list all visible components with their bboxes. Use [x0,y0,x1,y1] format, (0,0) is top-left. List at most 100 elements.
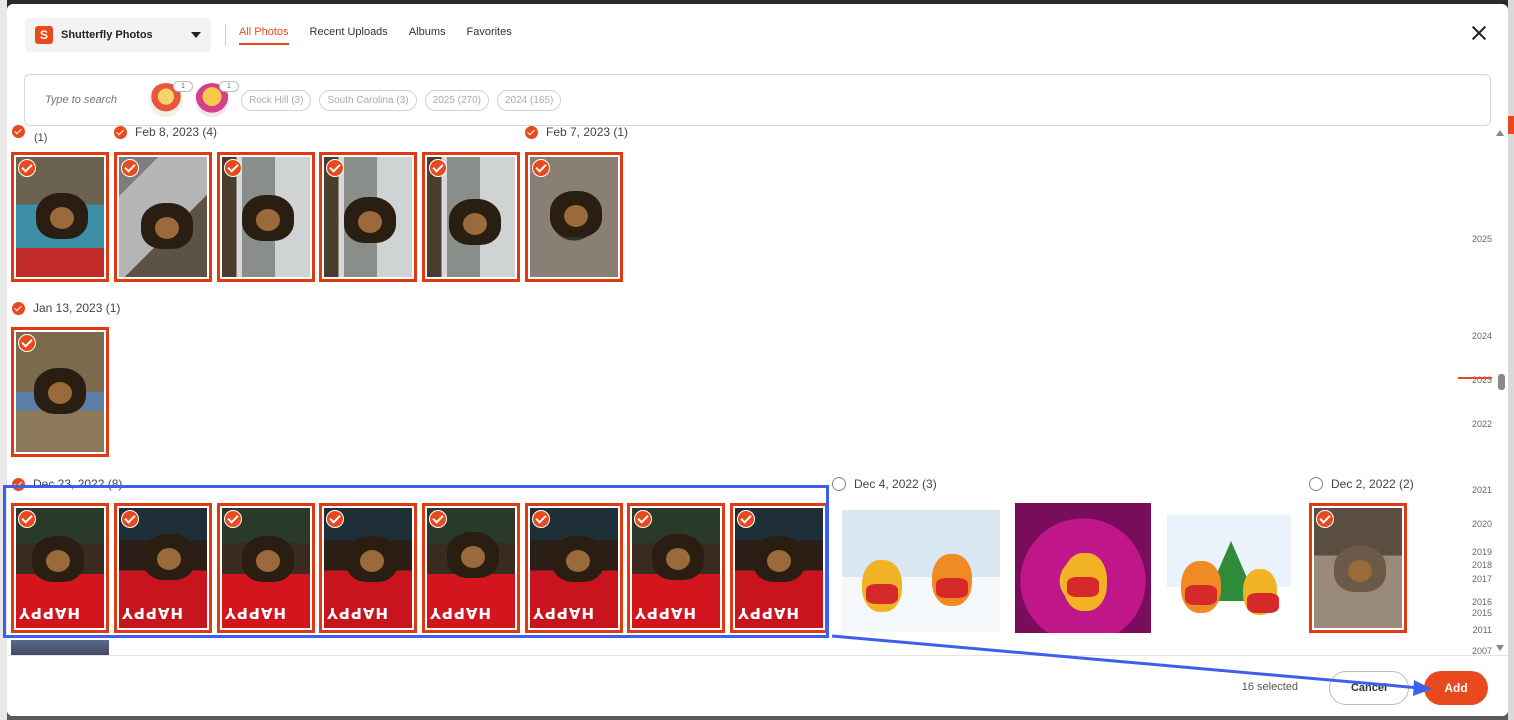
photo-thumbnail[interactable] [422,152,520,282]
face-count-badge: 1 [173,81,193,92]
backdrop-left-edge [0,0,7,720]
date-group-dec2[interactable]: Dec 2, 2022 (2) [1309,477,1414,491]
chip-rock-hill[interactable]: Rock Hill (3) [241,89,312,111]
face-filter-1[interactable]: 1 [149,81,193,117]
group-unchecked-icon[interactable] [1309,477,1323,491]
group-date-label: Dec 4, 2022 (3) [854,477,937,491]
source-label: Shutterfly Photos [61,29,153,41]
photo-thumbnail[interactable]: HAPPY [627,503,725,633]
year-timeline[interactable]: 2025 2024 2023 2022 2021 2020 2019 2018 … [1448,120,1508,656]
timeline-year[interactable]: 2024 [1472,331,1492,341]
scroll-down-icon[interactable] [1496,645,1504,651]
photo-thumbnail[interactable] [11,640,109,655]
timeline-year[interactable]: 2019 [1472,547,1492,557]
group-check-icon[interactable] [12,477,25,491]
group-check-icon[interactable] [114,125,127,139]
selected-check-icon[interactable] [18,334,36,352]
search-bar: 1 1 Rock Hill (3) South Carolina (3) 202… [24,74,1491,126]
shutterfly-logo-icon: S [35,26,53,44]
selected-check-icon[interactable] [18,159,36,177]
selected-check-icon[interactable] [224,159,242,177]
source-dropdown[interactable]: S Shutterfly Photos [25,18,211,52]
group-unchecked-icon[interactable] [832,477,846,491]
timeline-year[interactable]: 2020 [1472,519,1492,529]
caret-down-icon [191,32,201,38]
selected-check-icon[interactable] [326,510,344,528]
chip-2024[interactable]: 2024 (165) [496,89,562,111]
timeline-year[interactable]: 2025 [1472,234,1492,244]
cancel-button[interactable]: Cancel [1329,671,1409,705]
photo-grid: (1) Feb 8, 2023 (4) Feb 7, 2023 (1) Jan … [7,120,1508,655]
photo-thumbnail[interactable] [114,152,212,282]
scrollbar-thumb[interactable] [1498,374,1505,390]
add-button[interactable]: Add [1424,671,1488,705]
photo-thumbnail[interactable] [1015,503,1151,633]
selected-check-icon[interactable] [429,510,447,528]
modal-footer: 16 selected Cancel Add [7,655,1508,716]
photo-thumbnail[interactable]: HAPPY [730,503,828,633]
photo-thumbnail[interactable] [11,327,109,457]
modal-header: S Shutterfly Photos All Photos Recent Up… [7,4,1508,64]
timeline-year[interactable]: 2011 [1473,625,1492,635]
selected-check-icon[interactable] [121,159,139,177]
photo-thumbnail[interactable]: HAPPY [11,503,109,633]
group-date-label: Feb 8, 2023 (4) [135,125,218,139]
date-group-jan13[interactable]: Jan 13, 2023 (1) [12,301,120,315]
photo-thumbnail[interactable]: HAPPY [422,503,520,633]
date-group-feb8[interactable]: Feb 8, 2023 (4) [114,125,217,139]
tab-albums[interactable]: Albums [409,26,446,45]
photo-picker-modal: S Shutterfly Photos All Photos Recent Up… [7,4,1508,716]
group-check-icon[interactable] [12,125,25,138]
face-filter-2[interactable]: 1 [195,81,239,117]
selected-check-icon[interactable] [532,510,550,528]
group-check-icon[interactable] [525,125,538,139]
chip-south-carolina[interactable]: South Carolina (3) [319,89,417,111]
selected-check-icon[interactable] [429,159,447,177]
selected-check-icon[interactable] [737,510,755,528]
photo-thumbnail[interactable]: HAPPY [525,503,623,633]
timeline-position-marker [1458,377,1492,379]
selected-check-icon[interactable] [326,159,344,177]
photo-thumbnail[interactable] [319,152,417,282]
selected-check-icon[interactable] [634,510,652,528]
photo-thumbnail[interactable] [1167,515,1291,635]
date-group-dec23[interactable]: Dec 23, 2022 (8) [12,477,122,491]
timeline-year[interactable]: 2016 [1472,597,1492,607]
timeline-year[interactable]: 2017 [1472,574,1492,584]
date-group-dec4[interactable]: Dec 4, 2022 (3) [832,477,937,491]
photo-thumbnail[interactable]: HAPPY [217,503,315,633]
photo-thumbnail[interactable] [217,152,315,282]
tab-favorites[interactable]: Favorites [467,26,512,45]
selected-check-icon[interactable] [121,510,139,528]
photo-thumbnail[interactable]: HAPPY [114,503,212,633]
timeline-year[interactable]: 2022 [1472,419,1492,429]
group-date-label: Jan 13, 2023 (1) [33,301,121,315]
date-group-feb7[interactable]: Feb 7, 2023 (1) [525,125,628,139]
photo-thumbnail[interactable] [525,152,623,282]
chip-2025[interactable]: 2025 (270) [424,89,489,111]
group-date-label: Dec 23, 2022 (8) [33,477,123,491]
selected-check-icon[interactable] [224,510,242,528]
group-check-icon[interactable] [12,301,25,315]
selected-check-icon[interactable] [1316,510,1334,528]
photo-thumbnail[interactable] [11,152,109,282]
selected-check-icon[interactable] [532,159,550,177]
group-count-label: (1) [34,132,48,144]
backdrop-accent [1508,116,1514,134]
scroll-up-icon[interactable] [1496,130,1504,136]
group-date-label: Feb 7, 2023 (1) [546,125,629,139]
date-group-partial[interactable] [12,125,33,138]
search-input[interactable] [45,94,141,106]
photo-thumbnail[interactable] [842,510,1000,632]
timeline-year[interactable]: 2018 [1472,560,1492,570]
tab-all-photos[interactable]: All Photos [239,26,289,45]
selected-check-icon[interactable] [18,510,36,528]
backdrop-right-edge [1508,0,1514,720]
tab-recent-uploads[interactable]: Recent Uploads [310,26,388,45]
timeline-year[interactable]: 2015 [1472,608,1492,618]
tab-bar: All Photos Recent Uploads Albums Favorit… [239,26,512,45]
close-icon[interactable] [1470,24,1488,42]
photo-thumbnail[interactable] [1309,503,1407,633]
photo-thumbnail[interactable]: HAPPY [319,503,417,633]
timeline-year[interactable]: 2021 [1472,485,1492,495]
